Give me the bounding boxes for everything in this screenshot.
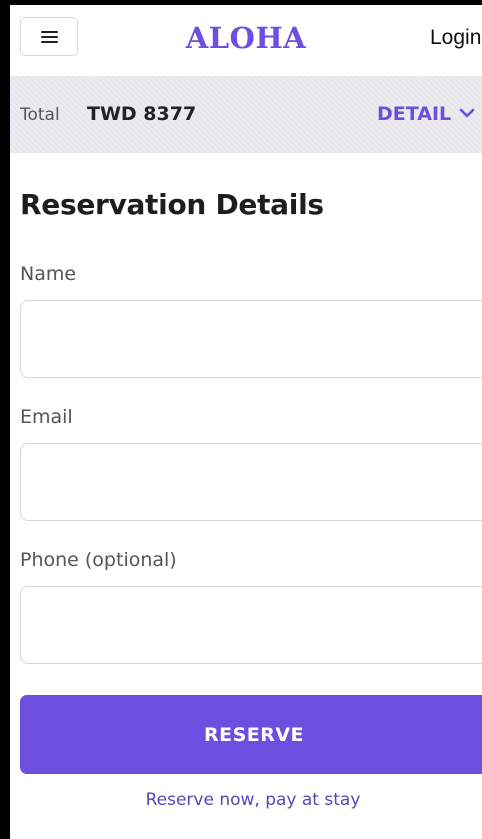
reservation-page: ALOHA Login Total TWD 8377 DETAIL Reserv… [10,5,482,839]
chevron-down-icon[interactable] [459,107,475,119]
name-field[interactable] [20,300,482,378]
total-value: TWD 8377 [87,103,197,125]
reserve-button[interactable]: RESERVE [20,695,482,774]
name-label: Name [20,263,77,285]
total-summary-bar: Total TWD 8377 DETAIL [10,76,482,153]
email-field[interactable] [20,443,482,521]
detail-toggle[interactable]: DETAIL [377,102,451,126]
phone-label: Phone (optional) [20,549,177,571]
phone-field[interactable] [20,586,482,664]
page-title: Reservation Details [20,188,324,221]
email-label: Email [20,406,73,428]
total-label: Total [20,105,60,125]
pay-at-stay-note: Reserve now, pay at stay [145,790,361,810]
top-header: ALOHA Login [10,5,482,76]
login-link[interactable]: Login [430,25,481,51]
brand-logo[interactable]: ALOHA [10,20,482,56]
